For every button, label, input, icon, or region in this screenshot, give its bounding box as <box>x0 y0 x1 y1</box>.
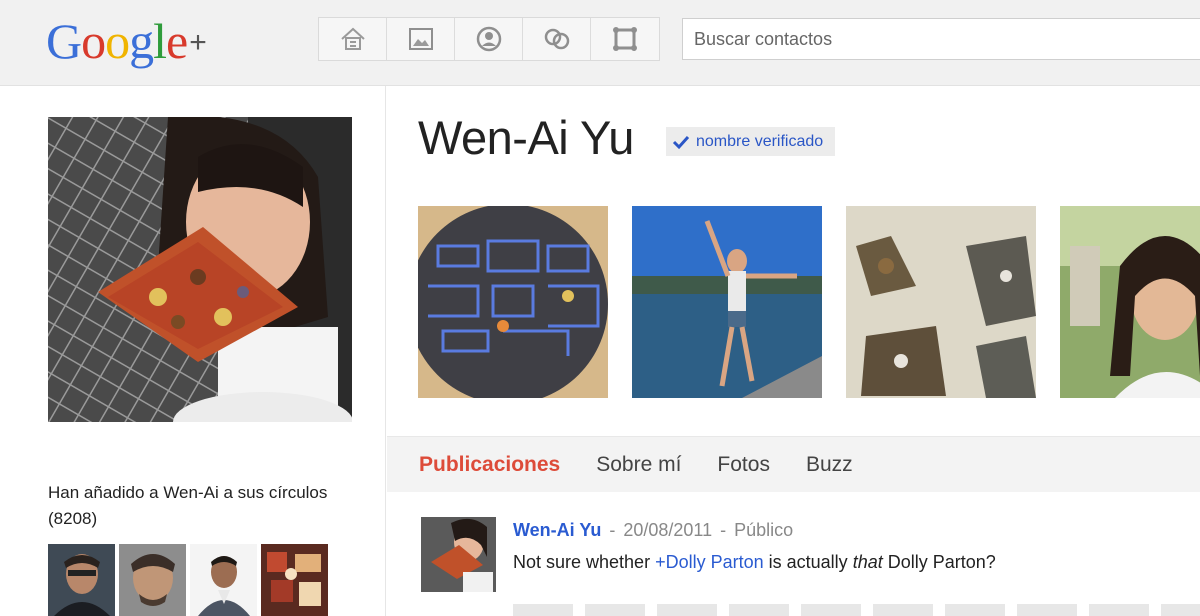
checkmark-icon <box>672 135 690 149</box>
circle-person-avatar[interactable] <box>261 544 328 616</box>
circle-person-avatar[interactable] <box>119 544 186 616</box>
photo-thumbnail[interactable] <box>1060 206 1200 398</box>
search-box <box>682 18 1200 60</box>
post-date[interactable]: 20/08/2011 <box>623 520 712 540</box>
photo-strip <box>418 206 1200 398</box>
nav-circles-button[interactable] <box>523 18 591 60</box>
profile-icon <box>476 26 501 52</box>
verified-name-badge[interactable]: nombre verificado <box>666 127 836 156</box>
circles-icon <box>544 28 569 50</box>
circle-people-list <box>48 544 328 616</box>
post-separator: - <box>720 520 727 540</box>
verified-label: nombre verificado <box>696 132 824 150</box>
google-plus-logo[interactable]: Google+ <box>46 6 207 78</box>
photo-thumbnail[interactable] <box>632 206 822 398</box>
post-text-segment: Not sure whether <box>513 552 656 572</box>
nav-profile-button[interactable] <box>455 18 523 60</box>
photo-thumbnail[interactable] <box>418 206 608 398</box>
nav-games-button[interactable] <box>591 18 659 60</box>
nav-home-button[interactable] <box>319 18 387 60</box>
post-author-avatar[interactable] <box>421 517 496 592</box>
circles-count-heading: Han añadido a Wen-Ai a sus círculos (820… <box>48 483 328 528</box>
mention-link[interactable]: +Dolly Parton <box>655 552 764 572</box>
tab-fotos[interactable]: Fotos <box>717 453 770 477</box>
tab-publicaciones[interactable]: Publicaciones <box>419 453 560 477</box>
profile-sidebar: Han añadido a Wen-Ai a sus círculos (820… <box>0 86 386 616</box>
post-separator: - <box>609 520 616 540</box>
photo-thumbnail[interactable] <box>846 206 1036 398</box>
post-visibility[interactable]: Público <box>734 520 793 540</box>
post-body-overflow <box>513 604 1200 616</box>
post-text-segment: Dolly Parton? <box>882 552 996 572</box>
home-icon <box>340 27 365 50</box>
profile-photo[interactable] <box>48 117 352 422</box>
post-text-emphasis: that <box>852 552 883 572</box>
post-header: Wen-Ai Yu -20/08/2011- Público <box>513 520 793 541</box>
tab-sobre-mi[interactable]: Sobre mí <box>596 453 681 477</box>
top-bar: Google+ <box>0 0 1200 86</box>
post-text-segment: is actually <box>763 552 853 572</box>
profile-tabs: Publicaciones Sobre mí Fotos Buzz <box>387 436 1200 492</box>
profile-name: Wen-Ai Yu <box>418 111 634 164</box>
post-author-link[interactable]: Wen-Ai Yu <box>513 520 601 540</box>
main-nav <box>318 17 660 61</box>
games-icon <box>613 27 637 51</box>
tab-buzz[interactable]: Buzz <box>806 453 853 477</box>
circle-person-avatar[interactable] <box>190 544 257 616</box>
nav-photos-button[interactable] <box>387 18 455 60</box>
circle-person-avatar[interactable] <box>48 544 115 616</box>
photos-icon <box>408 28 433 50</box>
search-input[interactable] <box>683 19 1200 59</box>
post-body: Not sure whether +Dolly Parton is actual… <box>513 552 996 573</box>
